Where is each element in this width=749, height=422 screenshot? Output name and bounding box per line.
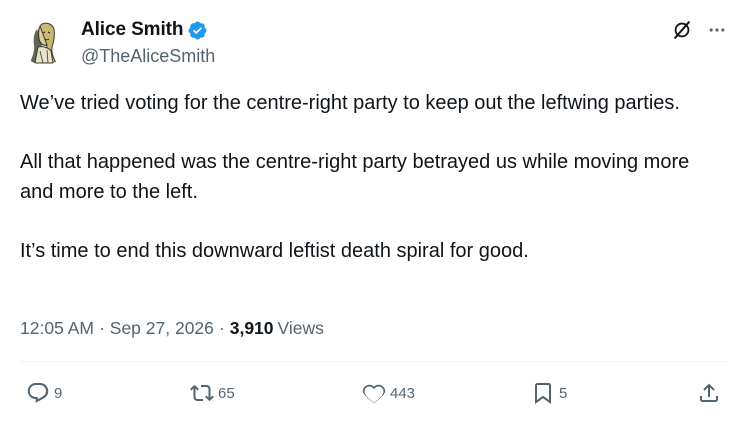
views-count: 3,910 (229, 318, 274, 338)
bookmark-button[interactable]: 5 (531, 374, 567, 412)
share-button[interactable] (697, 374, 721, 412)
share-icon (700, 383, 718, 402)
divider (20, 361, 729, 362)
reply-button[interactable]: 9 (26, 374, 62, 412)
handle[interactable]: @TheAliceSmith (81, 46, 215, 67)
top-icons (671, 19, 727, 41)
repost-count: 65 (218, 384, 235, 402)
grok-icon[interactable] (671, 19, 693, 41)
reply-icon (27, 383, 49, 403)
author-block: Alice Smith @TheAliceSmith (81, 19, 215, 67)
avatar-illustration (20, 17, 68, 65)
name-row: Alice Smith (81, 19, 215, 41)
post-body: We’ve tried voting for the centre-right … (20, 89, 725, 266)
meta-separator: · (218, 318, 225, 338)
post-meta: 12:05 AM · Sep 27, 2026 · 3,910 Views (20, 318, 324, 339)
post-date[interactable]: Sep 27, 2026 (110, 318, 214, 339)
post-paragraph: It’s time to end this downward leftist d… (20, 239, 529, 262)
meta-separator: · (98, 318, 105, 338)
avatar[interactable] (20, 17, 68, 65)
more-icon[interactable] (707, 20, 727, 40)
views-label: Views (277, 318, 324, 338)
like-button[interactable]: 443 (362, 374, 415, 412)
post-paragraph: We’ve tried voting for the centre-right … (20, 92, 680, 114)
post-time[interactable]: 12:05 AM (20, 318, 94, 339)
tweet: Alice Smith @TheAliceSmith We’ve tried v… (0, 0, 749, 422)
like-count: 443 (390, 384, 416, 402)
bookmark-count: 5 (559, 384, 568, 402)
repost-icon (190, 384, 214, 402)
display-name[interactable]: Alice Smith (81, 19, 183, 41)
action-bar: 9 65 443 5 (0, 374, 749, 412)
heart-icon (362, 384, 386, 404)
reply-count: 9 (54, 384, 63, 402)
post-paragraph: All that happened was the centre-right p… (20, 151, 690, 203)
verified-badge-icon[interactable] (187, 20, 208, 41)
bookmark-icon (535, 383, 551, 404)
repost-button[interactable]: 65 (190, 374, 235, 412)
